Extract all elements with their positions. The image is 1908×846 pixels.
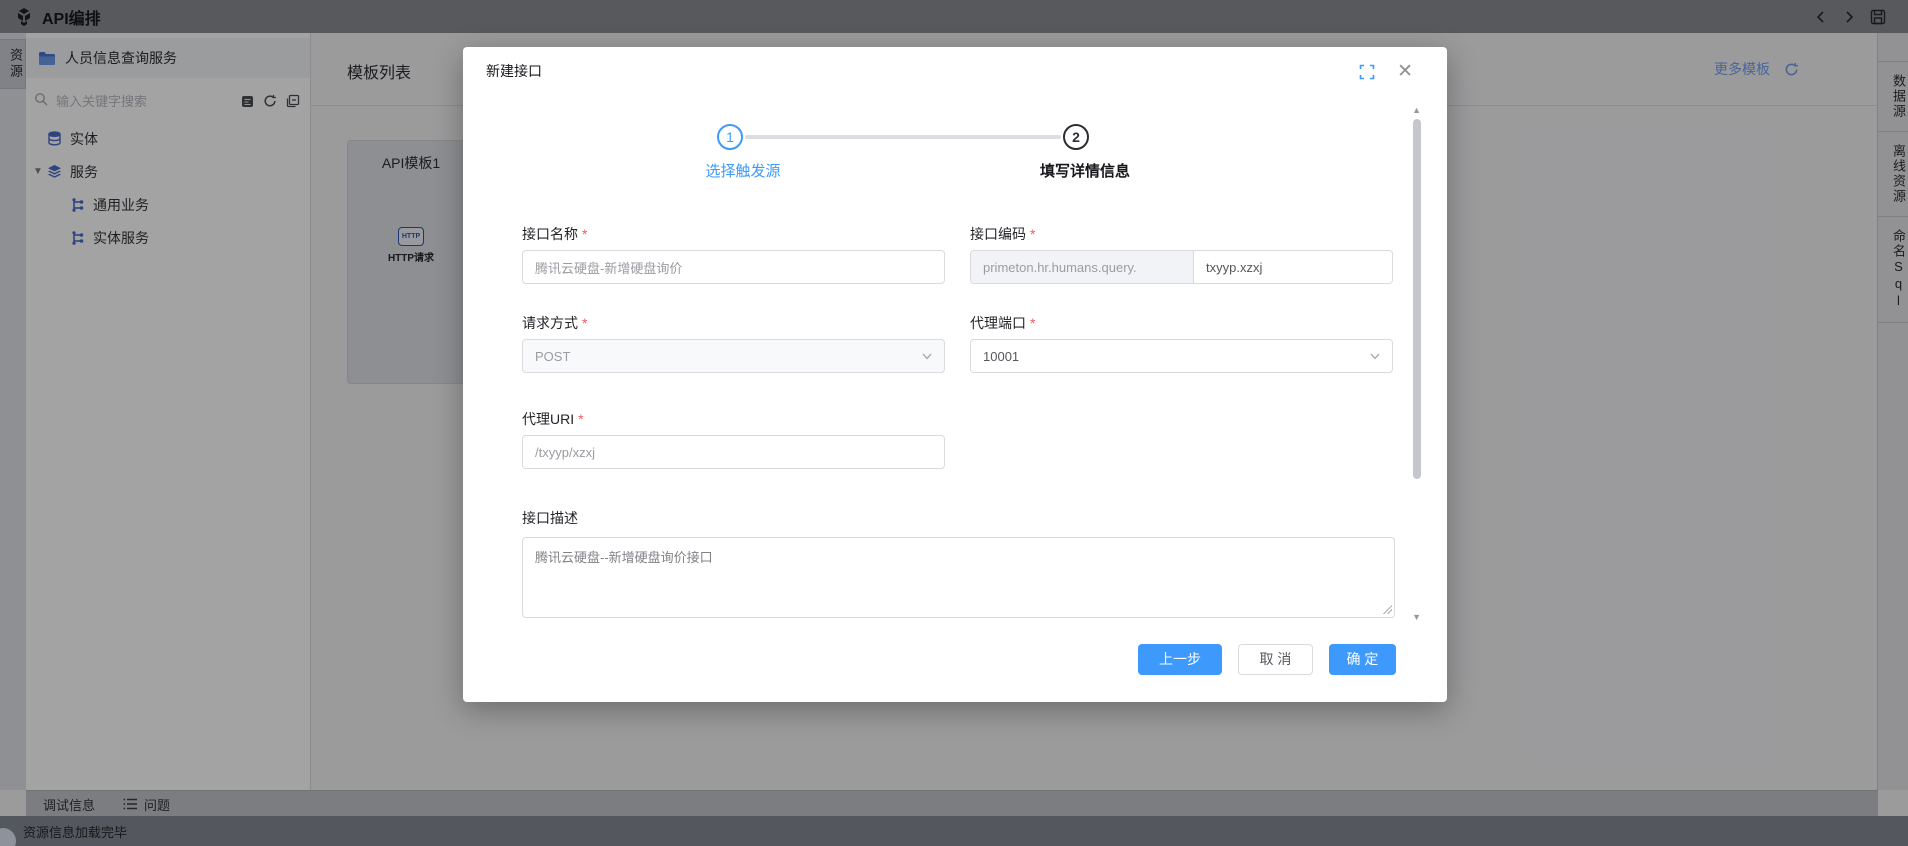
dialog-title: 新建接口 (486, 61, 542, 81)
stepper: 1 2 (463, 124, 1447, 150)
chevron-down-icon (921, 350, 933, 362)
proxy-port-value: 10001 (983, 349, 1019, 364)
interface-code-group: primeton.hr.humans.query. (970, 250, 1393, 284)
field-label-code: 接口编码* (970, 224, 1035, 244)
previous-step-button[interactable]: 上一步 (1138, 644, 1222, 675)
request-method-select[interactable]: POST (522, 339, 945, 373)
request-method-value: POST (535, 349, 570, 364)
field-label-method: 请求方式* (522, 313, 587, 333)
required-mark: * (578, 411, 583, 427)
field-label-name: 接口名称* (522, 224, 587, 244)
interface-name-input[interactable] (522, 250, 945, 284)
field-label-uri: 代理URI* (522, 409, 584, 429)
step-1-circle: 1 (717, 124, 743, 150)
confirm-button[interactable]: 确 定 (1329, 644, 1396, 675)
required-mark: * (1030, 226, 1035, 242)
required-mark: * (582, 226, 587, 242)
step-2-circle: 2 (1063, 124, 1089, 150)
required-mark: * (1030, 315, 1035, 331)
app-window: API编排 资源 人员信息查询服务 (0, 0, 1908, 846)
interface-code-input[interactable] (1194, 251, 1392, 283)
fullscreen-icon[interactable] (1359, 64, 1375, 80)
required-mark: * (582, 315, 587, 331)
step-connector (745, 135, 1061, 139)
scroll-up-icon[interactable]: ▲ (1412, 105, 1421, 115)
new-interface-dialog: 新建接口 ✕ 1 2 选择触发源 填写详情信息 接口名称* 接口编码* prim… (463, 47, 1447, 702)
close-icon[interactable]: ✕ (1397, 62, 1413, 81)
chevron-down-icon (1369, 350, 1381, 362)
field-label-port: 代理端口* (970, 313, 1035, 333)
code-prefix-addon: primeton.hr.humans.query. (971, 251, 1194, 283)
interface-desc-textarea[interactable]: 腾讯云硬盘--新增硬盘询价接口 (522, 537, 1395, 618)
cancel-button[interactable]: 取 消 (1238, 644, 1313, 675)
proxy-port-select[interactable]: 10001 (970, 339, 1393, 373)
field-label-desc: 接口描述 (522, 508, 578, 528)
step-2-label: 填写详情信息 (1040, 160, 1130, 181)
scrollbar-thumb[interactable] (1413, 119, 1421, 479)
proxy-uri-input[interactable] (522, 435, 945, 469)
scroll-down-icon[interactable]: ▼ (1412, 612, 1421, 622)
dialog-footer: 上一步 取 消 确 定 (463, 643, 1447, 675)
step-1-label: 选择触发源 (705, 160, 780, 181)
